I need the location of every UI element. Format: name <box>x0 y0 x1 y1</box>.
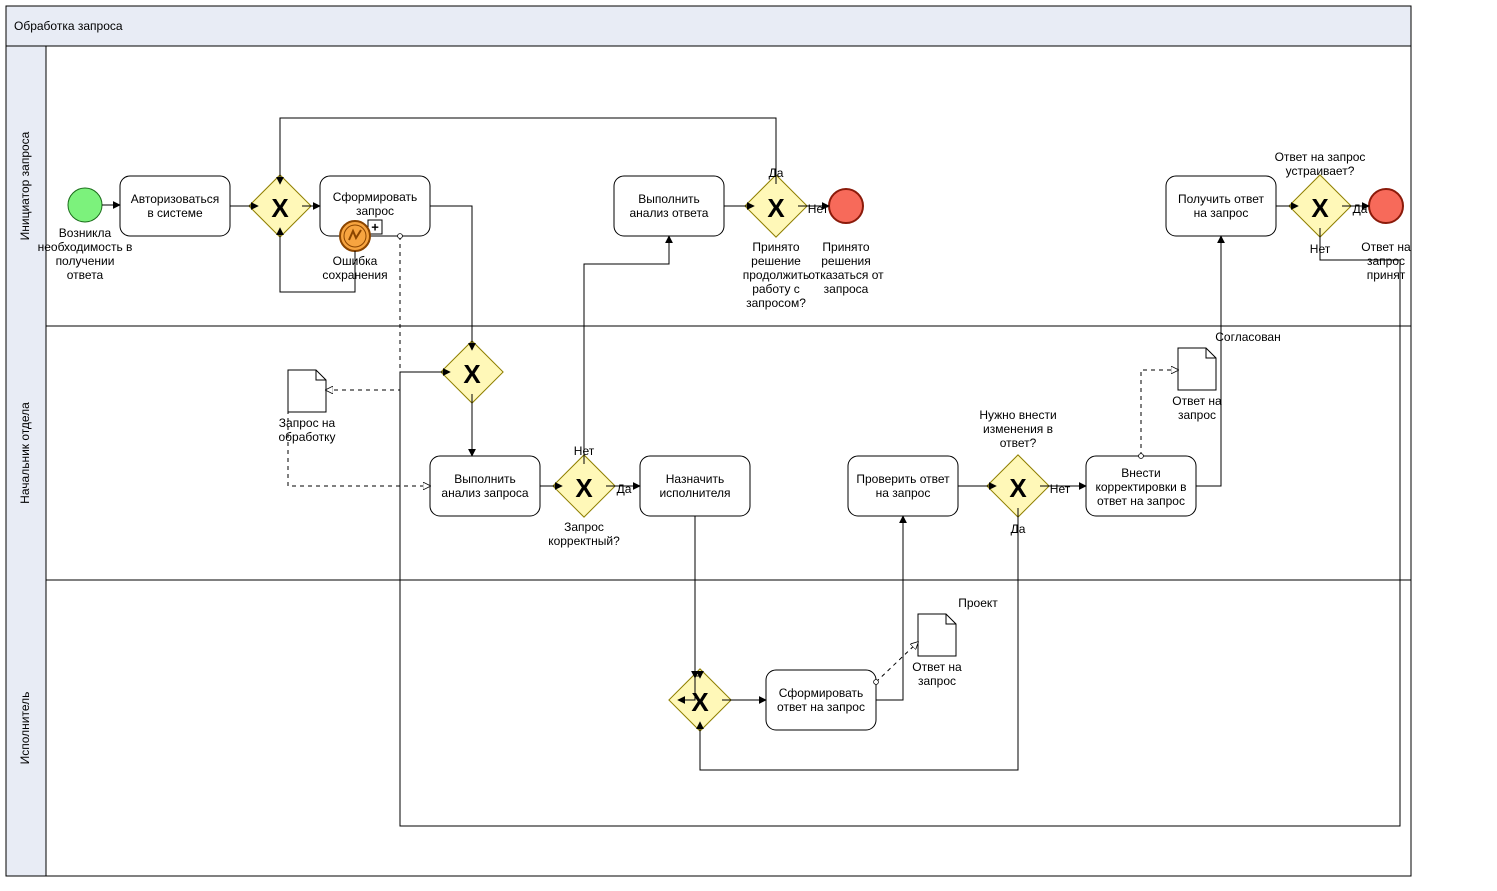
gw-continue-l2: решение <box>751 254 801 268</box>
task-analyze-request-l1: Выполнить <box>454 472 516 486</box>
doc-project-l2: запрос <box>918 674 956 688</box>
doc-agreed-state: Согласован <box>1215 330 1280 344</box>
task-form-answer-l1: Сформировать <box>779 686 864 700</box>
gw-need-no: Нет <box>1050 482 1071 496</box>
doc-project-state: Проект <box>958 596 998 610</box>
end-ok-l1: Ответ на <box>1361 240 1411 254</box>
data-object-project <box>918 614 956 656</box>
lane-head-label: Начальник отдела <box>18 402 32 504</box>
task-auth-l1: Авторизоваться <box>131 192 219 206</box>
task-assign-l1: Назначить <box>666 472 724 486</box>
start-event-label-2: необходимость в <box>38 240 133 254</box>
svg-text:X: X <box>1009 473 1027 503</box>
svg-text:X: X <box>691 687 709 717</box>
end-refuse-l4: запроса <box>824 282 869 296</box>
svg-text:X: X <box>575 473 593 503</box>
task-adjust-l1: Внести <box>1121 466 1161 480</box>
doc-req-l2: обработку <box>278 430 335 444</box>
gw-correct-l2: корректный? <box>548 534 620 548</box>
pool-title: Обработка запроса <box>14 19 123 33</box>
end-event-refuse <box>829 189 863 223</box>
task-analyze-answer-l1: Выполнить <box>638 192 700 206</box>
data-object-agreed <box>1178 348 1216 390</box>
task-adjust-l2: корректировки в <box>1095 480 1186 494</box>
gw-continue-l1: Принято <box>752 240 799 254</box>
task-analyze-answer-l2: анализ ответа <box>630 206 709 220</box>
end-refuse-l3: отказаться от <box>808 268 884 282</box>
svg-text:X: X <box>1311 193 1329 223</box>
doc-project-l1: Ответ на <box>912 660 962 674</box>
task-auth-l2: в системе <box>147 206 203 220</box>
start-event-label-4: ответа <box>67 268 104 282</box>
svg-text:X: X <box>271 193 289 223</box>
gw-correct-l1: Запрос <box>564 520 604 534</box>
end-refuse-l2: решения <box>821 254 870 268</box>
end-event-ok <box>1369 189 1403 223</box>
data-object-request <box>288 370 326 412</box>
gw-correct-yes: Да <box>617 482 632 496</box>
start-event-label-1: Возникла <box>59 226 112 240</box>
pool-header <box>6 6 1411 46</box>
gw-need-l3: ответ? <box>1000 436 1037 450</box>
gw-continue-l3: продолжить <box>743 268 809 282</box>
end-ok-l2: запрос <box>1367 254 1405 268</box>
lane-executor <box>46 580 1411 876</box>
gw-ok-l1: Ответ на запрос <box>1275 150 1366 164</box>
gw-need-l2: изменения в <box>983 422 1053 436</box>
lane-executor-label: Исполнитель <box>18 692 32 765</box>
task-get-answer-l2: на запрос <box>1194 206 1249 220</box>
task-get-answer-l1: Получить ответ <box>1178 192 1264 206</box>
task-analyze-request-l2: анализ запроса <box>441 486 529 500</box>
task-adjust-l3: ответ на запрос <box>1097 494 1185 508</box>
lane-initiator-label: Инициатор запроса <box>18 131 32 240</box>
bpmn-diagram: Обработка запроса Инициатор запроса Нача… <box>0 0 1497 891</box>
doc-agreed-l2: запрос <box>1178 408 1216 422</box>
gw-ok-l2: устраивает? <box>1286 164 1355 178</box>
task-form-request-l2: запрос <box>356 204 394 218</box>
gw-continue-no: Нет <box>808 202 829 216</box>
task-check-l2: на запрос <box>876 486 931 500</box>
gw-ok-yes: Да <box>1353 202 1368 216</box>
task-form-answer-l2: ответ на запрос <box>777 700 865 714</box>
svg-text:+: + <box>371 219 379 234</box>
doc-agreed-l1: Ответ на <box>1172 394 1222 408</box>
gw-continue-l4: работу с <box>752 282 800 296</box>
start-event <box>68 188 102 222</box>
svg-text:X: X <box>767 193 785 223</box>
gw-need-l1: Нужно внести <box>979 408 1056 422</box>
gw-continue-l5: запросом? <box>746 296 806 310</box>
doc-req-l1: Запрос на <box>279 416 336 430</box>
end-refuse-l1: Принято <box>822 240 869 254</box>
task-form-request-l1: Сформировать <box>333 190 418 204</box>
task-assign-l2: исполнителя <box>659 486 730 500</box>
svg-text:X: X <box>463 359 481 389</box>
start-event-label-3: получении <box>56 254 115 268</box>
task-check-l1: Проверить ответ <box>856 472 950 486</box>
